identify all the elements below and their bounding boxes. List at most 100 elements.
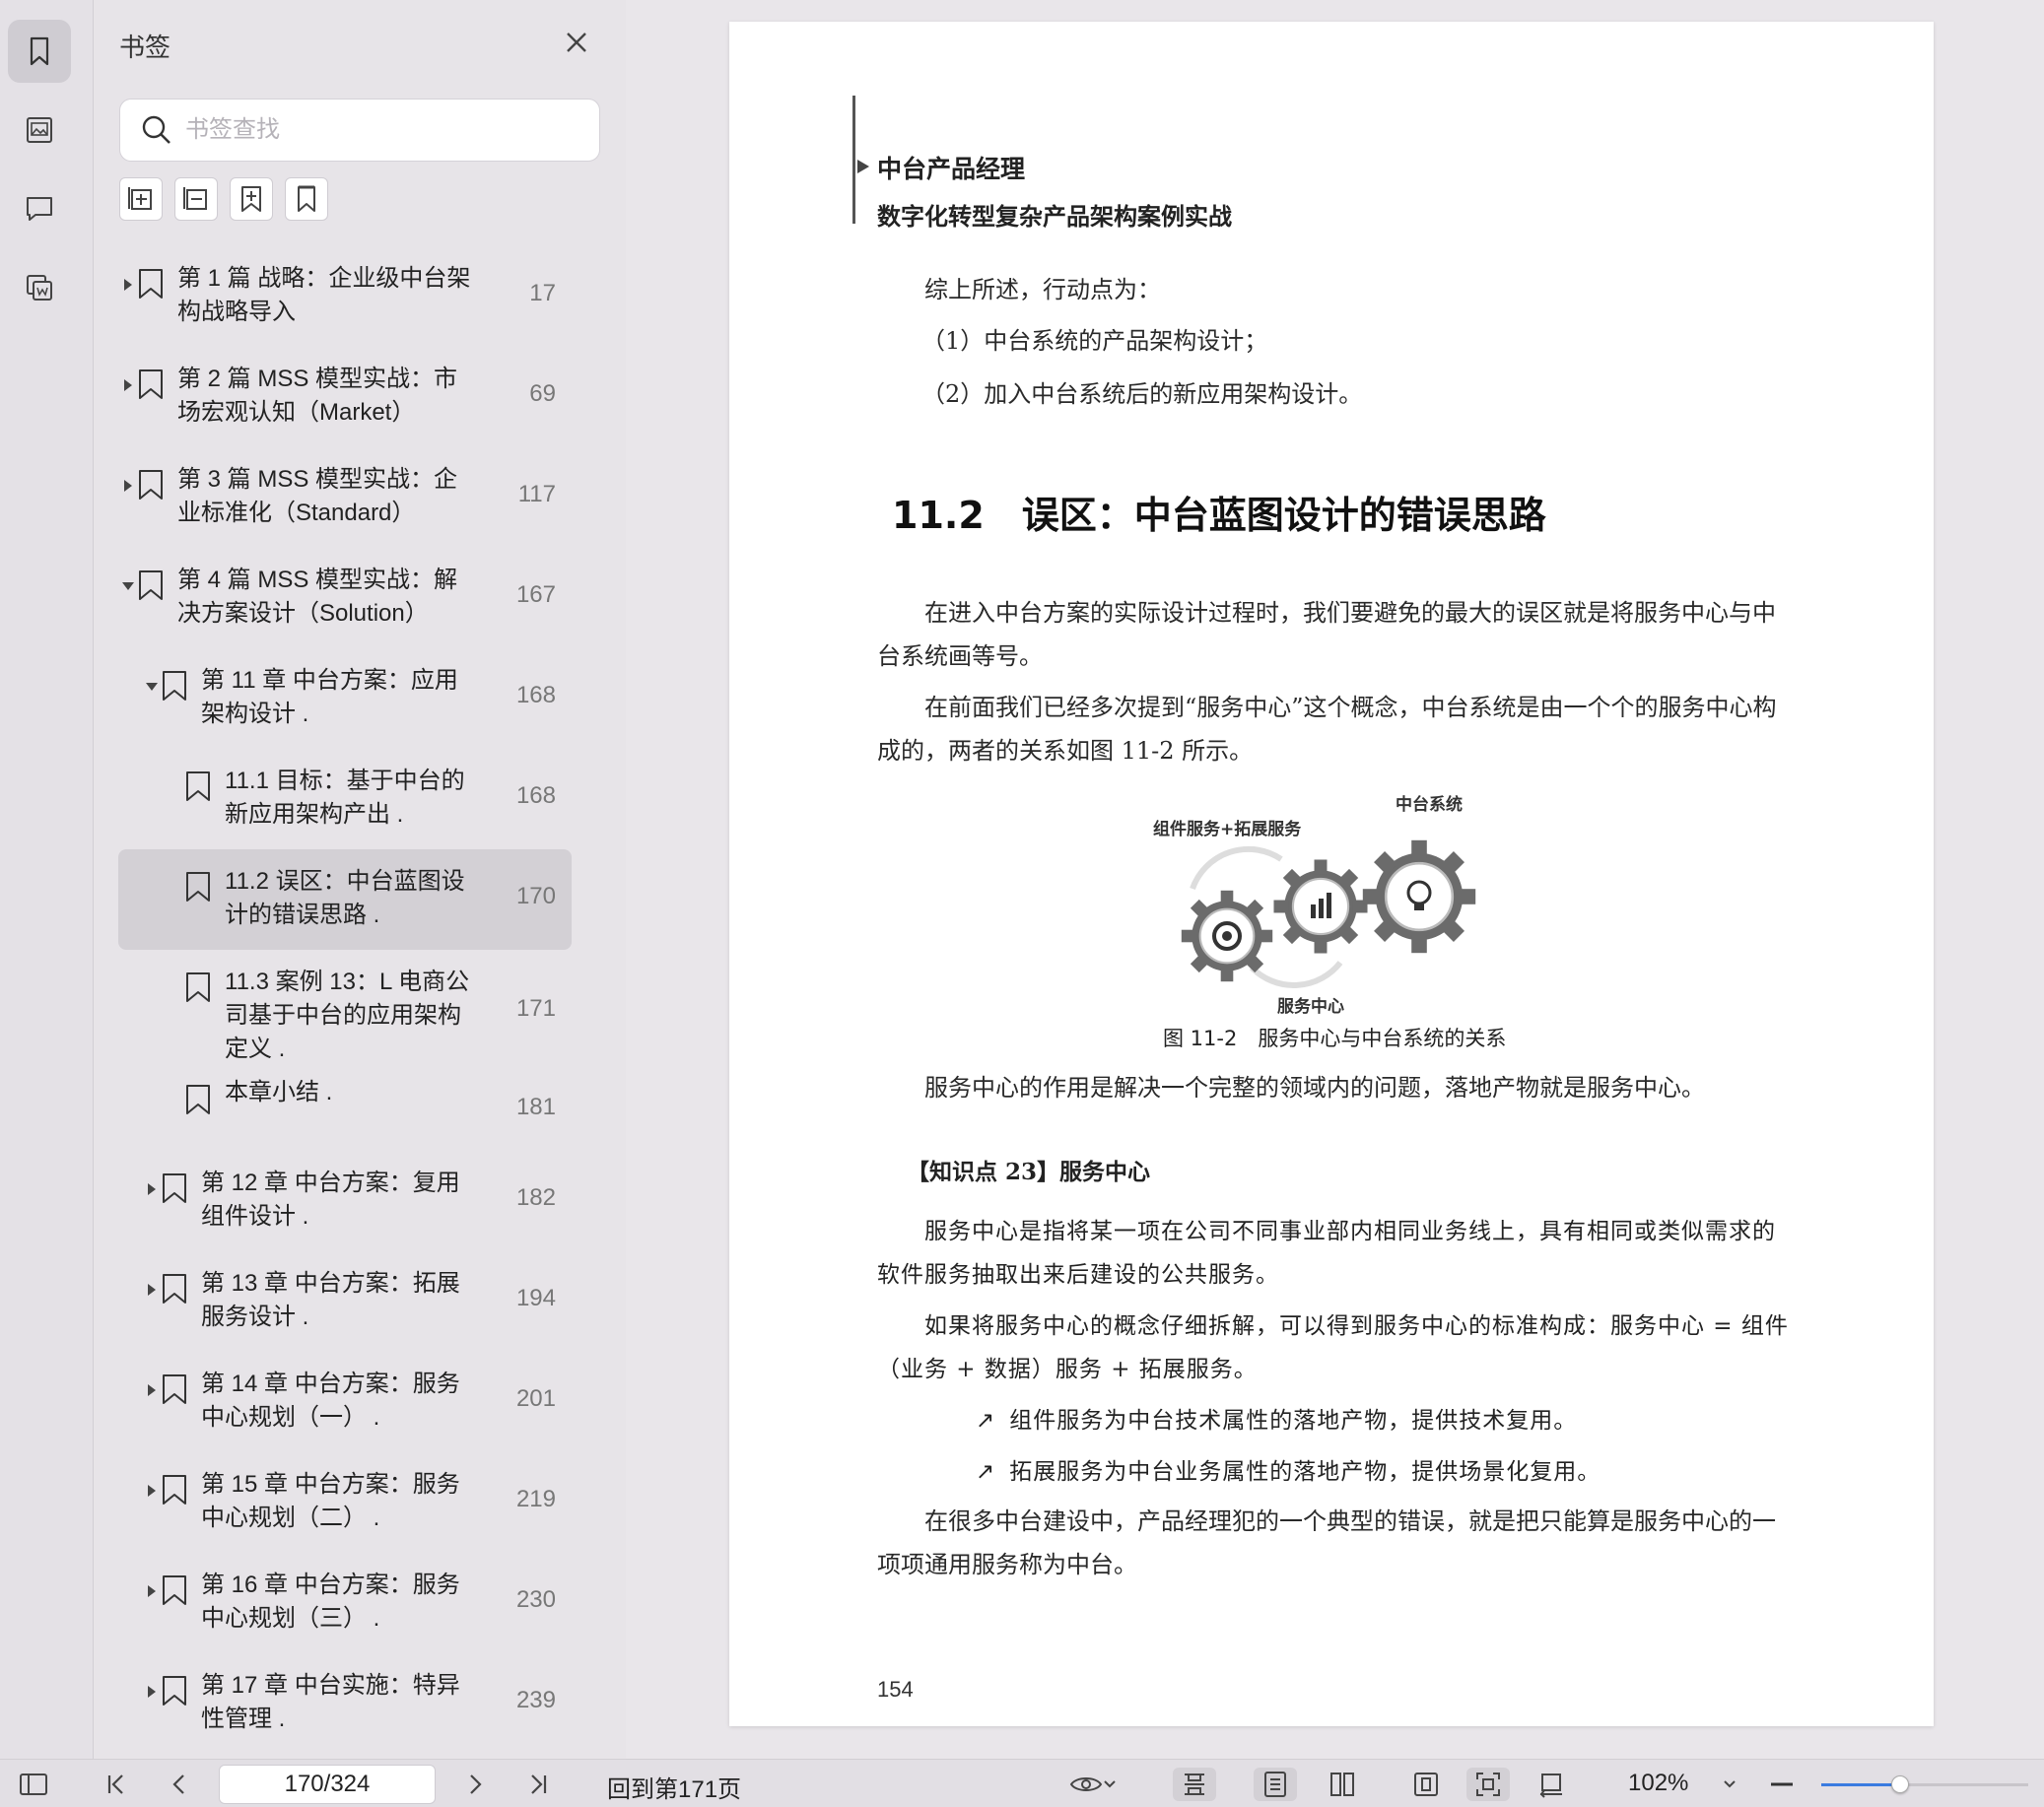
bookmark-item[interactable]: 11.2 误区：中台蓝图设计的错误思路 . 170 <box>118 849 572 950</box>
bookmark-item[interactable]: 第 14 章 中台方案：服务中心规划（一） . 201 <box>118 1352 572 1452</box>
bookmark-page-number: 230 <box>515 1586 556 1613</box>
bookmark-icon <box>163 1274 186 1304</box>
paragraph-4: 在很多中台建设中，产品经理犯的一个典型的错误，就是把只能算是服务中心的一项项通用… <box>877 1507 1776 1578</box>
bookmark-page-number: 170 <box>515 883 556 909</box>
bookmark-page-number: 171 <box>515 995 556 1022</box>
bookmark-page-number: 117 <box>517 481 556 507</box>
bookmark-icon <box>163 1173 186 1203</box>
running-header-subtitle: 数字化转型复杂产品架构案例实战 <box>877 203 1232 231</box>
annotations-tab[interactable] <box>8 177 71 240</box>
bullet-1: ↗ 组件服务为中台技术属性的落地产物，提供技术复用。 <box>976 1399 1577 1442</box>
zoom-dropdown[interactable] <box>1715 1768 1744 1801</box>
view-mode-dropdown[interactable] <box>1062 1768 1124 1801</box>
first-page-button[interactable] <box>99 1768 134 1801</box>
bookmark-icon <box>186 972 210 1002</box>
expand-all-icon <box>128 187 152 210</box>
last-page-button[interactable] <box>520 1768 556 1801</box>
collapse-all-button[interactable] <box>174 177 218 221</box>
bookmark-label: 11.1 目标：基于中台的新应用架构产出 . <box>225 768 465 828</box>
collapse-all-icon <box>183 187 207 210</box>
knowledge-point-text-1: 服务中心是指将某一项在公司不同事业部内相同业务线上，具有相同或类似需求的软件服务… <box>877 1219 1776 1288</box>
fit-width-button[interactable] <box>1173 1768 1216 1801</box>
bookmark-icon <box>163 1374 186 1404</box>
disclosure-right-icon[interactable] <box>145 1484 159 1498</box>
bookmarks-tab[interactable] <box>8 20 71 83</box>
fit-page-button[interactable] <box>1404 1768 1448 1801</box>
last-page-icon <box>531 1774 547 1794</box>
bookmark-page-number: 168 <box>515 682 556 708</box>
disclosure-right-icon[interactable] <box>145 1383 159 1397</box>
sidebar-toggle-icon <box>20 1774 47 1795</box>
bookmark-item[interactable]: 11.1 目标：基于中台的新应用架构产出 . 168 <box>118 749 572 849</box>
disclosure-right-icon[interactable] <box>121 278 135 292</box>
expand-all-button[interactable] <box>119 177 163 221</box>
disclosure-right-icon[interactable] <box>145 1283 159 1297</box>
single-page-button[interactable] <box>1254 1768 1297 1801</box>
paragraph-3: 服务中心的作用是解决一个完整的领域内的问题，落地产物就是服务中心。 <box>924 1074 1705 1102</box>
zoom-slider-handle[interactable] <box>1890 1775 1909 1793</box>
bookmark-item[interactable]: 第 3 篇 MSS 模型实战：企业标准化（Standard） 117 <box>118 447 572 548</box>
bookmark-toolbar <box>119 177 328 221</box>
layers-icon <box>27 275 52 301</box>
gears-illustration <box>1180 838 1477 988</box>
disclosure-right-icon[interactable] <box>145 1182 159 1196</box>
bookmark-label: 第 1 篇 战略：企业级中台架构战略导入 <box>177 265 471 325</box>
bullet-arrow-icon: ↗ <box>976 1459 996 1485</box>
zoom-out-button[interactable] <box>1764 1768 1800 1801</box>
bookmark-item[interactable]: 本章小结 . 181 <box>118 1072 572 1151</box>
knowledge-point-title: 【知识点 23】服务中心 <box>907 1159 1151 1185</box>
bookmark-search[interactable] <box>119 99 600 162</box>
bookmark-icon <box>163 671 186 701</box>
add-bookmark-button[interactable] <box>230 177 273 221</box>
bookmark-button[interactable] <box>285 177 328 221</box>
bookmark-item[interactable]: 第 11 章 中台方案：应用架构设计 . 168 <box>118 648 572 749</box>
zoom-level[interactable]: 102% <box>1628 1770 1688 1797</box>
figure-caption: 图 11-2 服务中心与中台系统的关系 <box>1163 1027 1507 1050</box>
status-bar: 回到第171页 102% <box>0 1759 2044 1807</box>
thumbnails-tab[interactable] <box>8 99 71 162</box>
bookmark-item[interactable]: 第 13 章 中台方案：拓展服务设计 . 194 <box>118 1251 572 1352</box>
disclosure-right-icon[interactable] <box>121 378 135 392</box>
bookmark-item[interactable]: 11.3 案例 13：L 电商公司基于中台的应用架构定义 . 171 <box>118 950 572 1072</box>
fullscreen-button[interactable] <box>1466 1768 1510 1801</box>
eye-icon <box>1069 1777 1103 1791</box>
next-page-button[interactable] <box>457 1768 493 1801</box>
rotate-button[interactable] <box>1530 1768 1573 1801</box>
bookmark-item[interactable]: 第 17 章 中台实施：特异性管理 . 239 <box>118 1653 572 1754</box>
attachments-tab[interactable] <box>8 256 71 319</box>
add-bookmark-icon <box>241 186 261 212</box>
bookmark-item[interactable]: 第 16 章 中台方案：服务中心规划（三） . 230 <box>118 1553 572 1653</box>
disclosure-down-icon[interactable] <box>145 680 159 694</box>
close-icon[interactable] <box>562 28 591 57</box>
bookmark-icon <box>30 36 49 66</box>
thumbnail-icon <box>27 117 52 143</box>
toggle-sidebar-button[interactable] <box>14 1768 53 1801</box>
search-input[interactable] <box>185 116 579 144</box>
action-item-1: （1）中台系统的产品架构设计； <box>921 327 1268 355</box>
bookmark-icon <box>163 1475 186 1505</box>
previous-page-button[interactable] <box>162 1768 197 1801</box>
single-page-icon <box>1264 1772 1286 1797</box>
bookmark-item[interactable]: 第 1 篇 战略：企业级中台架构战略导入 17 <box>118 246 572 347</box>
bookmark-label: 第 13 章 中台方案：拓展服务设计 . <box>201 1270 460 1330</box>
bookmark-item[interactable]: 第 12 章 中台方案：复用组件设计 . 182 <box>118 1151 572 1251</box>
disclosure-down-icon[interactable] <box>121 579 135 593</box>
bookmark-label: 第 17 章 中台实施：特异性管理 . <box>201 1672 460 1732</box>
disclosure-right-icon[interactable] <box>121 479 135 493</box>
bookmark-icon <box>163 1575 186 1605</box>
bookmark-icon <box>139 570 163 600</box>
disclosure-right-icon[interactable] <box>145 1685 159 1699</box>
zoom-slider[interactable] <box>1821 1775 2028 1793</box>
two-page-button[interactable] <box>1321 1768 1364 1801</box>
bookmark-label: 11.2 误区：中台蓝图设计的错误思路 . <box>225 868 465 928</box>
bookmark-item[interactable]: 第 2 篇 MSS 模型实战：市场宏观认知（Market） 69 <box>118 347 572 447</box>
panel-title: 书签 <box>119 33 171 62</box>
chevron-right-icon <box>470 1774 482 1794</box>
bookmark-icon <box>186 771 210 801</box>
go-back-link[interactable]: 回到第171页 <box>607 1770 741 1804</box>
disclosure-right-icon[interactable] <box>145 1584 159 1598</box>
fit-page-icon <box>1414 1773 1438 1796</box>
bookmark-item[interactable]: 第 15 章 中台方案：服务中心规划（二） . 219 <box>118 1452 572 1553</box>
bookmark-item[interactable]: 第 4 篇 MSS 模型实战：解决方案设计（Solution） 167 <box>118 548 572 648</box>
page-number-field[interactable] <box>219 1765 436 1804</box>
